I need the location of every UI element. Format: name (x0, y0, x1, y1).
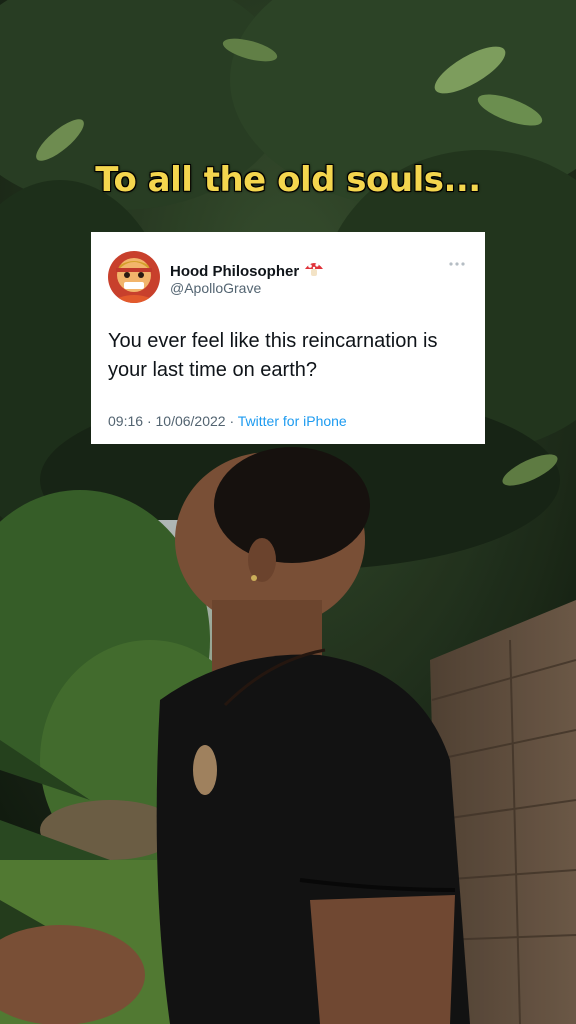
tweet-date[interactable]: 10/06/2022 (156, 413, 226, 429)
avatar[interactable] (108, 251, 160, 303)
mushroom-icon (304, 260, 324, 283)
user-handle[interactable]: @ApolloGrave (170, 280, 261, 296)
meta-separator: · (146, 413, 152, 429)
display-name[interactable]: Hood Philosopher (170, 263, 299, 280)
background-scene (0, 0, 576, 1024)
more-options-icon[interactable] (447, 256, 467, 266)
video-caption: To all the old souls... (95, 160, 481, 200)
meta-separator: · (229, 413, 235, 429)
video-frame (0, 0, 576, 1024)
tweet-meta: 09:16 · 10/06/2022 · Twitter for iPhone (108, 413, 347, 429)
tweet-text: You ever feel like this reincarnation is… (108, 330, 438, 381)
tweet-source-link[interactable]: Twitter for iPhone (238, 413, 347, 429)
avatar-icon (108, 251, 160, 303)
tweet-time[interactable]: 09:16 (108, 413, 143, 429)
tweet-card[interactable]: Hood Philosopher @ApolloGrave You ever f… (91, 232, 485, 444)
